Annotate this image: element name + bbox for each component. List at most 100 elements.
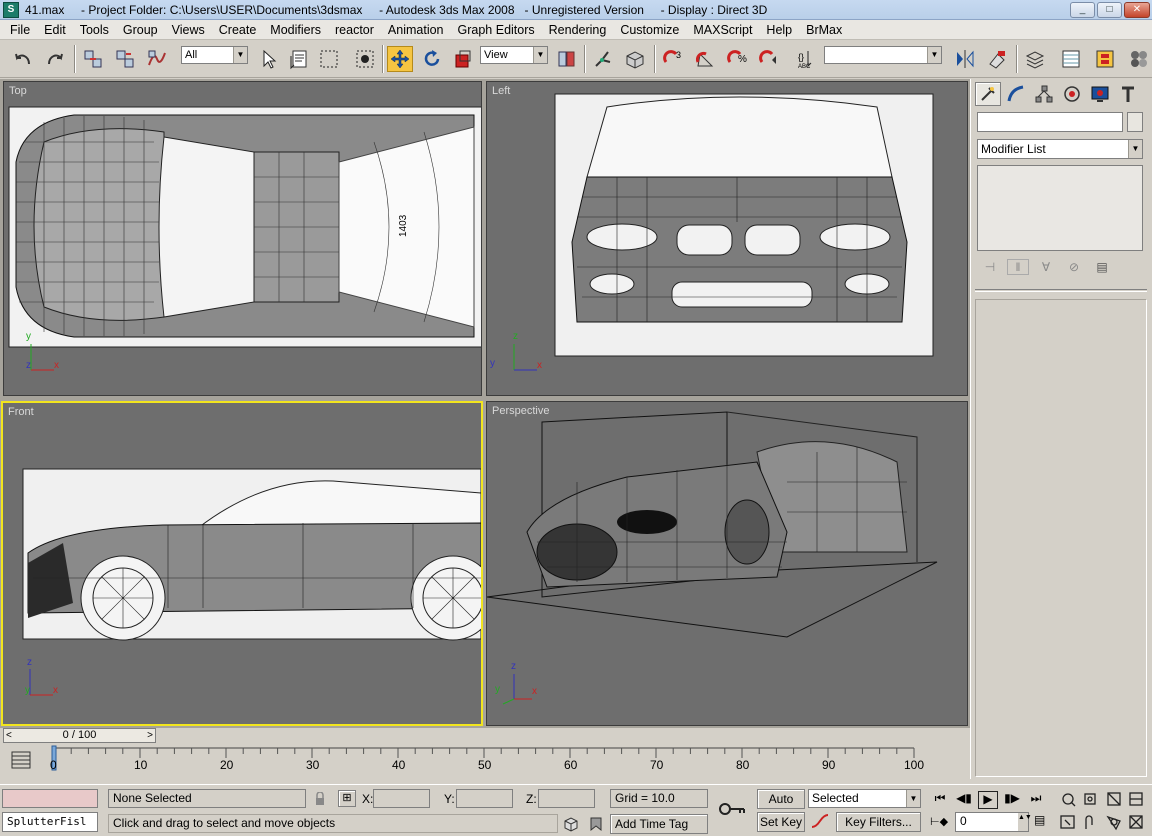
menu-graph-editors[interactable]: Graph Editors — [451, 20, 542, 40]
menu-tools[interactable]: Tools — [73, 20, 116, 40]
menu-group[interactable]: Group — [116, 20, 165, 40]
viewport-label-front[interactable]: Front — [8, 406, 34, 418]
add-time-tag-button[interactable]: Add Time Tag — [610, 814, 708, 834]
modify-tab-icon[interactable] — [1003, 82, 1029, 106]
default-tangents-icon[interactable] — [810, 813, 830, 831]
auto-key-button[interactable]: Auto Key — [757, 789, 805, 824]
previous-frame-icon[interactable]: ◀▮ — [954, 791, 974, 809]
select-by-name-icon[interactable] — [286, 46, 312, 72]
undo-icon[interactable] — [10, 46, 36, 72]
keyboard-shortcut-icon[interactable] — [622, 46, 648, 72]
viewport-label-left[interactable]: Left — [492, 85, 510, 97]
key-selection-set-dropdown[interactable]: Selected ▼ — [808, 789, 921, 808]
configure-modifier-sets-icon[interactable]: ▤ — [1091, 260, 1113, 274]
menu-customize[interactable]: Customize — [613, 20, 686, 40]
z-coord-field[interactable] — [538, 789, 595, 808]
redo-icon[interactable] — [42, 46, 68, 72]
current-frame-field[interactable]: 0 ▲▼ — [955, 812, 1032, 832]
lock-selection-icon[interactable] — [314, 791, 326, 806]
spinner-snap-icon[interactable] — [756, 46, 782, 72]
close-button[interactable]: ✕ — [1124, 2, 1150, 18]
menu-brmax[interactable]: BrMax — [799, 20, 849, 40]
next-frame-icon[interactable]: ▮▶ — [1002, 791, 1022, 809]
y-coord-field[interactable] — [456, 789, 513, 808]
key-mode-toggle-icon[interactable]: ⊢◆ — [930, 815, 950, 831]
time-prev-button[interactable]: < — [6, 729, 12, 742]
edit-named-selection-icon[interactable]: {} ABC — [794, 46, 820, 72]
show-end-result-icon[interactable]: ‖ — [1007, 259, 1029, 275]
time-next-button[interactable]: > — [147, 729, 153, 742]
menu-rendering[interactable]: Rendering — [542, 20, 614, 40]
track-bar[interactable]: 0 10 20 30 40 50 60 70 80 90 100 — [0, 744, 970, 784]
menu-modifiers[interactable]: Modifiers — [263, 20, 328, 40]
bind-space-warp-icon[interactable] — [144, 46, 170, 72]
maxscript-mini-listener[interactable]: SplutterFisl — [2, 812, 98, 832]
reference-coordinate-dropdown[interactable]: View ▼ — [480, 46, 548, 64]
menu-edit[interactable]: Edit — [37, 20, 73, 40]
viewport-left[interactable]: Left z y x — [486, 81, 968, 396]
create-tab-icon[interactable] — [975, 82, 1001, 106]
select-rotate-icon[interactable] — [419, 46, 445, 72]
menu-reactor[interactable]: reactor — [328, 20, 381, 40]
viewport-front[interactable]: Front z x y — [1, 401, 483, 726]
play-icon[interactable]: ▶ — [978, 791, 998, 809]
angle-snap-icon[interactable] — [692, 46, 718, 72]
object-color-swatch[interactable] — [1127, 112, 1143, 132]
window-crossing-icon[interactable] — [352, 46, 378, 72]
maximize-button[interactable]: □ — [1097, 2, 1122, 18]
align-icon[interactable] — [984, 46, 1010, 72]
app-icon[interactable]: S — [3, 1, 19, 18]
set-key-mode-icon[interactable] — [716, 793, 748, 825]
time-slider[interactable]: < 0 / 100 > — [3, 728, 156, 743]
go-to-start-icon[interactable]: ⏮ — [930, 791, 950, 809]
minimize-button[interactable]: _ — [1070, 2, 1095, 18]
absolute-mode-transform-icon[interactable]: ⊞ — [338, 790, 356, 807]
rect-region-icon[interactable] — [316, 46, 342, 72]
curve-editor-icon[interactable] — [1058, 46, 1084, 72]
go-to-end-icon[interactable]: ⏭ — [1026, 791, 1046, 809]
key-filters-button[interactable]: Key Filters... — [836, 812, 921, 832]
menu-help[interactable]: Help — [759, 20, 799, 40]
make-unique-icon[interactable]: ∀ — [1035, 260, 1057, 274]
viewport-label-perspective[interactable]: Perspective — [492, 405, 549, 417]
snap-3d-icon[interactable]: 3 — [660, 46, 686, 72]
motion-tab-icon[interactable] — [1059, 82, 1085, 106]
time-configuration-icon[interactable]: ▤ — [1034, 813, 1054, 831]
named-selection-dropdown[interactable]: ▼ — [824, 46, 942, 64]
maxscript-listener-pink[interactable] — [2, 789, 98, 808]
layer-manager-icon[interactable] — [1022, 46, 1048, 72]
percent-snap-icon[interactable]: % — [724, 46, 750, 72]
select-manipulate-icon[interactable] — [590, 46, 616, 72]
object-name-field[interactable] — [977, 112, 1123, 132]
utilities-tab-icon[interactable] — [1115, 82, 1141, 106]
viewport-top[interactable]: 1403 Top y x z — [3, 81, 482, 396]
schematic-view-icon[interactable] — [1092, 46, 1118, 72]
mirror-icon[interactable] — [952, 46, 978, 72]
unlink-icon[interactable] — [112, 46, 138, 72]
select-link-icon[interactable] — [80, 46, 106, 72]
viewport-label-top[interactable]: Top — [9, 85, 27, 97]
menu-views[interactable]: Views — [165, 20, 212, 40]
display-tab-icon[interactable] — [1087, 82, 1113, 106]
select-move-icon[interactable] — [387, 46, 413, 72]
modifier-stack-list[interactable] — [977, 165, 1143, 251]
remove-modifier-icon[interactable]: ⊘ — [1063, 260, 1085, 274]
modifier-list-dropdown[interactable]: Modifier List ▼ — [977, 139, 1143, 159]
pin-stack-icon[interactable]: ⊣ — [979, 260, 1001, 274]
menu-file[interactable]: File — [3, 20, 37, 40]
selection-filter-dropdown[interactable]: All ▼ — [181, 46, 248, 64]
select-scale-icon[interactable] — [450, 46, 476, 72]
menu-create[interactable]: Create — [212, 20, 264, 40]
time-tag-icon[interactable] — [589, 816, 603, 832]
selection-lock-toggle-icon[interactable] — [562, 815, 580, 833]
menu-maxscript[interactable]: MAXScript — [686, 20, 759, 40]
x-coord-field[interactable] — [373, 789, 430, 808]
frame-spinner-icon[interactable]: ▲▼ — [1018, 813, 1032, 831]
use-pivot-center-icon[interactable] — [553, 46, 579, 72]
menu-animation[interactable]: Animation — [381, 20, 451, 40]
material-editor-icon[interactable] — [1126, 46, 1152, 72]
viewport-perspective[interactable]: Perspective z x y — [486, 401, 968, 726]
select-object-icon[interactable] — [256, 46, 282, 72]
hierarchy-tab-icon[interactable] — [1031, 82, 1057, 106]
set-key-button[interactable]: Set Key — [757, 812, 805, 832]
